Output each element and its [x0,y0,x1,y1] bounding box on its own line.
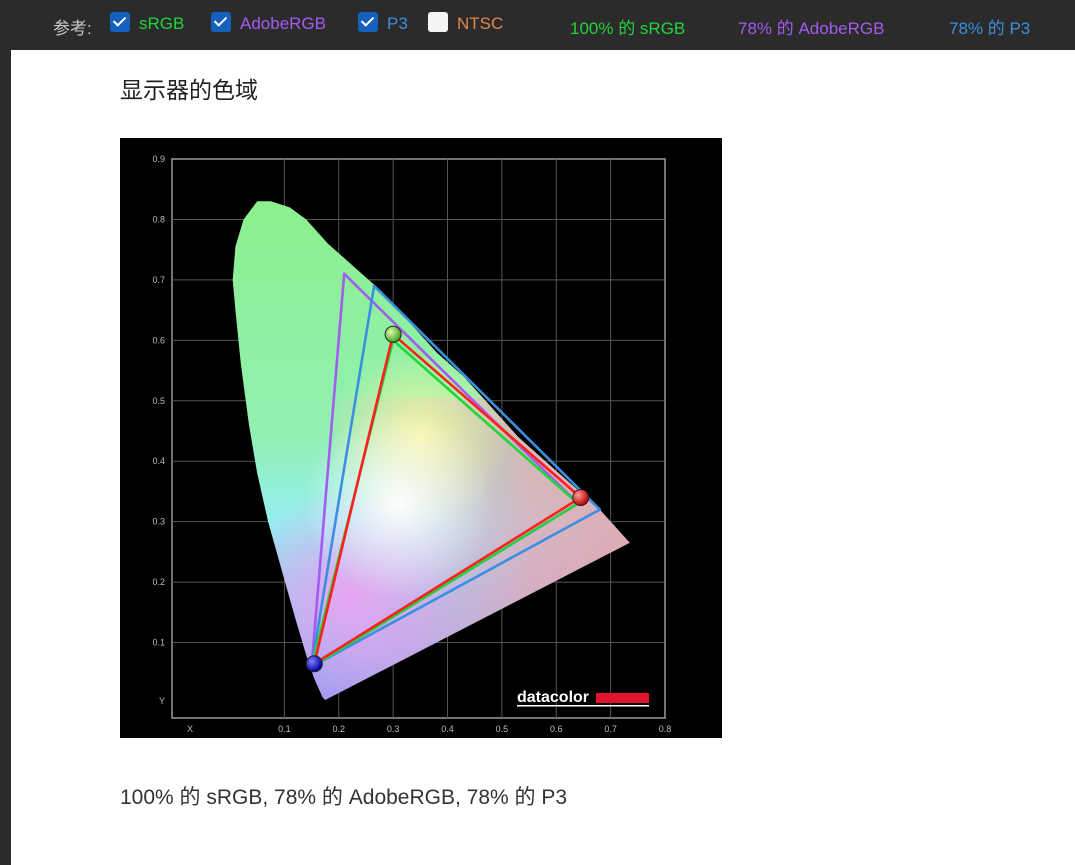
adobergb-label[interactable]: AdobeRGB [240,14,326,34]
x-tick-label: 0.4 [441,724,454,734]
ntsc-label[interactable]: NTSC [457,14,503,34]
y-tick-label: 0.3 [152,517,165,527]
primary-marker [572,488,590,506]
x-tick-label: 0.5 [496,724,509,734]
primary-marker [384,325,402,343]
p3-label[interactable]: P3 [387,14,408,34]
x-tick-label: 0.6 [550,724,563,734]
primary-marker [305,655,323,673]
y-tick-label: 0.1 [152,638,165,648]
x-tick-label: 0.1 [278,724,291,734]
p3-checkbox[interactable] [358,12,378,32]
y-tick-label: 0.8 [152,214,165,224]
logo-bar [596,693,649,703]
ntsc-checkbox[interactable] [428,12,448,32]
y-tick-label: 0.5 [152,396,165,406]
srgb-checkbox[interactable] [110,12,130,32]
left-border [0,50,11,865]
adobergb-coverage: 78% 的 AdobeRGB [738,19,885,38]
logo-underline [517,705,649,707]
section-heading: 显示器的色域 [120,77,258,103]
y-tick-label: 0.7 [152,275,165,285]
x-tick-label: 0.2 [332,724,345,734]
y-tick-label: 0.2 [152,577,165,587]
x-tick-label: 0.3 [387,724,400,734]
gamut-chart-svg: 0.1 0.2 0.3 0.4 0.5 0.6 0.7 0.8 0.1 0.2 0.3 0.4 0.5 0… [120,138,722,738]
x-axis-label: X [187,724,193,734]
srgb-label[interactable]: sRGB [139,14,184,34]
coverage-caption: 100% 的 sRGB, 78% 的 AdobeRGB, 78% 的 P3 [120,786,568,809]
logo-text: datacolor [517,689,589,706]
reference-label: 参考: [53,19,92,38]
y-axis-label: Y [159,696,165,706]
p3-coverage: 78% 的 P3 [949,19,1031,38]
adobergb-checkbox[interactable] [211,12,231,32]
cie-gamut-chart: 0.1 0.2 0.3 0.4 0.5 0.6 0.7 0.8 0.1 0.2 0.3 0.4 0.5 0… [120,138,722,738]
x-tick-label: 0.8 [659,724,672,734]
srgb-coverage: 100% 的 sRGB [570,19,686,38]
x-tick-label: 0.7 [604,724,617,734]
y-tick-label: 0.6 [152,335,165,345]
y-tick-label: 0.9 [152,154,165,164]
y-tick-label: 0.4 [152,456,165,466]
reference-toolbar: 参考: sRGB AdobeRGB P3 NTSC 100% 的 sRGB 78… [0,0,1075,50]
